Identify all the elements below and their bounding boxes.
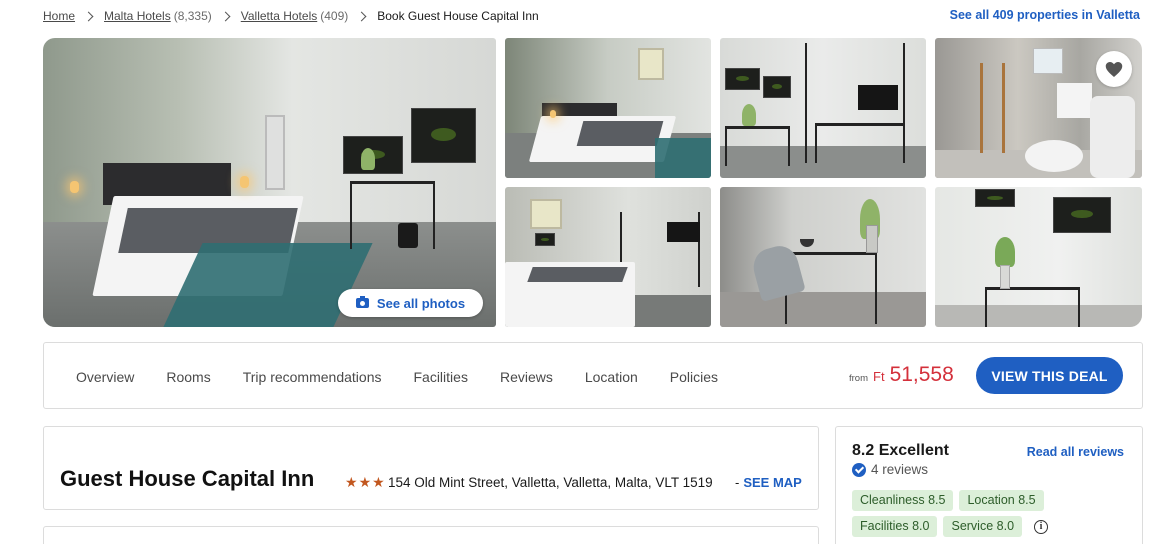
photo-bedroom-2[interactable]	[505, 38, 711, 178]
tab-location[interactable]: Location	[585, 369, 638, 385]
tab-facilities[interactable]: Facilities	[413, 369, 467, 385]
breadcrumb-valletta-count: (409)	[320, 9, 349, 23]
reviews-count-label: 4 reviews	[871, 462, 929, 477]
tab-overview[interactable]: Overview	[76, 369, 134, 385]
see-all-photos-button[interactable]: See all photos	[338, 289, 483, 317]
star-icon: ★	[358, 474, 372, 490]
price-display: from Ft 51,558	[849, 363, 954, 387]
chip-location: Location 8.5	[959, 490, 1044, 511]
photo-wardrobe-desk[interactable]	[720, 38, 926, 178]
hotel-name: Guest House Capital Inn	[60, 466, 315, 491]
chevron-right-icon	[220, 11, 231, 21]
chevron-right-icon	[356, 11, 367, 21]
see-map-link[interactable]: - SEE MAP	[735, 475, 802, 490]
rating-score: 8.2 Excellent	[852, 442, 949, 459]
info-icon[interactable]: i	[1034, 519, 1049, 534]
reviews-count: 4 reviews	[852, 462, 928, 477]
photo-gallery: See all photos	[43, 38, 1142, 327]
hotel-address: 154 Old Mint Street, Valletta, Valletta,…	[388, 475, 713, 490]
view-deal-button[interactable]: VIEW THIS DEAL	[976, 357, 1123, 394]
section-nav-bar: Overview Rooms Trip recommendations Faci…	[43, 342, 1143, 409]
chip-service: Service 8.0	[943, 516, 1023, 537]
breadcrumb-malta-hotels[interactable]: Malta Hotels	[104, 9, 171, 23]
tab-reviews[interactable]: Reviews	[500, 369, 553, 385]
breadcrumb: Home Malta Hotels (8,335) Valletta Hotel…	[43, 7, 539, 25]
tab-policies[interactable]: Policies	[670, 369, 718, 385]
star-rating: ★ ★ ★	[345, 475, 385, 489]
hotel-title-card: Guest House Capital Inn ★ ★ ★ 154 Old Mi…	[43, 426, 819, 510]
photo-bedroom-main[interactable]	[43, 38, 496, 327]
photo-desk-chair[interactable]	[720, 187, 926, 327]
section-tabs: Overview Rooms Trip recommendations Faci…	[76, 369, 750, 385]
camera-icon	[355, 296, 369, 308]
price-amount: 51,558	[889, 363, 954, 386]
see-all-photos-label: See all photos	[376, 295, 466, 311]
rating-chips: Cleanliness 8.5 Location 8.5 Facilities …	[852, 490, 1132, 537]
photo-bedroom-3[interactable]	[505, 187, 711, 327]
address-separator: -	[735, 475, 740, 490]
price-currency: Ft	[873, 369, 885, 384]
chevron-right-icon	[83, 11, 94, 21]
star-icon: ★	[372, 474, 385, 490]
read-all-reviews-link[interactable]: Read all reviews	[1027, 445, 1124, 459]
chip-cleanliness: Cleanliness 8.5	[852, 490, 954, 511]
verified-check-icon	[852, 462, 866, 477]
breadcrumb-valletta-hotels[interactable]: Valletta Hotels	[241, 9, 317, 23]
rating-card: 8.2 Excellent Read all reviews 4 reviews…	[835, 426, 1143, 544]
breadcrumb-malta-count: (8,335)	[173, 9, 212, 23]
price-from-label: from	[849, 373, 868, 384]
chip-facilities: Facilities 8.0	[852, 516, 938, 537]
heart-icon	[1105, 61, 1123, 77]
see-map-label: SEE MAP	[743, 475, 802, 490]
tab-trip-recommendations[interactable]: Trip recommendations	[243, 369, 382, 385]
breadcrumb-current: Book Guest House Capital Inn	[377, 9, 539, 23]
tab-rooms[interactable]: Rooms	[166, 369, 210, 385]
favorite-button[interactable]	[1096, 51, 1132, 87]
star-icon: ★	[345, 474, 358, 490]
photo-desk-plant[interactable]	[935, 187, 1142, 327]
content-card	[43, 526, 819, 544]
see-all-properties-link[interactable]: See all 409 properties in Valletta	[950, 8, 1140, 22]
breadcrumb-home[interactable]: Home	[43, 9, 75, 23]
